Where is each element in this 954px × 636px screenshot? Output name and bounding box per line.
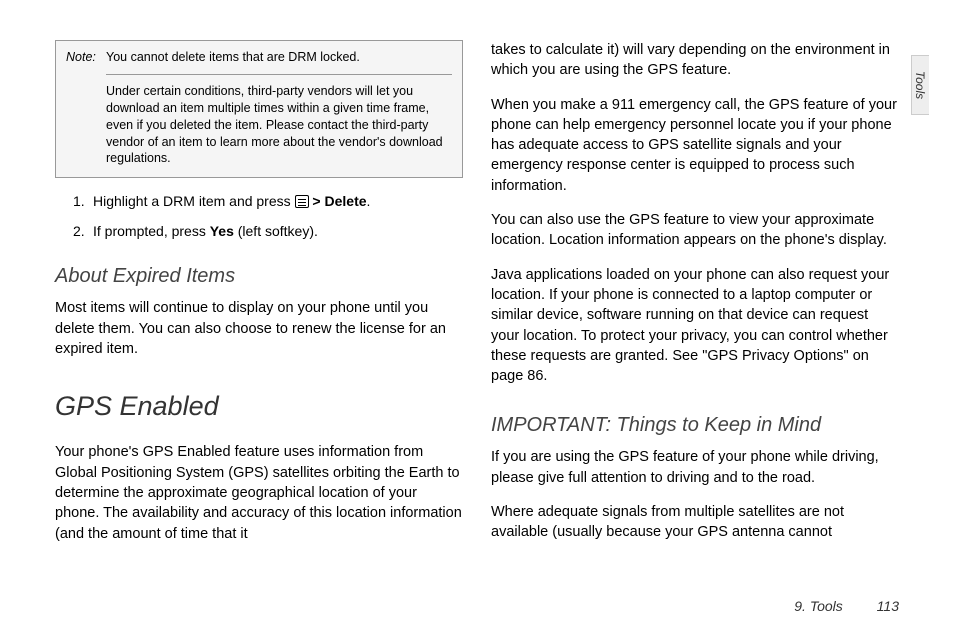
paragraph: takes to calculate it) will vary dependi… xyxy=(491,40,899,81)
side-section-tab: Tools xyxy=(911,55,929,115)
menu-icon xyxy=(295,195,309,208)
paragraph: Most items will continue to display on y… xyxy=(55,298,463,359)
page-footer: 9. Tools 113 xyxy=(794,598,899,614)
footer-page-number: 113 xyxy=(877,598,899,614)
paragraph: You can also use the GPS feature to view… xyxy=(491,210,899,251)
heading-gps-enabled: GPS Enabled xyxy=(55,391,463,422)
text-fragment: If prompted, press xyxy=(93,223,210,239)
step-number: 2. xyxy=(73,222,93,242)
left-column: Note: You cannot delete items that are D… xyxy=(55,40,463,540)
right-column: takes to calculate it) will vary dependi… xyxy=(491,40,899,540)
step-1: 1. Highlight a DRM item and press > Dele… xyxy=(73,192,463,212)
note-label: Note: xyxy=(66,49,106,66)
note-divider xyxy=(106,74,452,75)
note-box: Note: You cannot delete items that are D… xyxy=(55,40,463,178)
paragraph: When you make a 911 emergency call, the … xyxy=(491,95,899,196)
note-text-1: You cannot delete items that are DRM loc… xyxy=(106,49,452,66)
paragraph: Your phone's GPS Enabled feature uses in… xyxy=(55,442,463,543)
subheading-important: IMPORTANT: Things to Keep in Mind xyxy=(491,414,899,437)
step-text: If prompted, press Yes (left softkey). xyxy=(93,222,463,242)
side-tab-label: Tools xyxy=(914,71,928,99)
yes-label: Yes xyxy=(210,223,234,239)
step-2: 2. If prompted, press Yes (left softkey)… xyxy=(73,222,463,242)
subheading-expired: About Expired Items xyxy=(55,265,463,288)
page-content: Note: You cannot delete items that are D… xyxy=(0,0,954,580)
step-text: Highlight a DRM item and press > Delete. xyxy=(93,192,463,212)
gt-symbol: > xyxy=(309,193,325,209)
paragraph: Java applications loaded on your phone c… xyxy=(491,265,899,387)
text-fragment: . xyxy=(367,193,371,209)
text-fragment: Highlight a DRM item and press xyxy=(93,193,295,209)
steps-list: 1. Highlight a DRM item and press > Dele… xyxy=(73,192,463,251)
step-number: 1. xyxy=(73,192,93,212)
paragraph: Where adequate signals from multiple sat… xyxy=(491,502,899,543)
paragraph: If you are using the GPS feature of your… xyxy=(491,447,899,488)
text-fragment: (left softkey). xyxy=(234,223,318,239)
footer-chapter: 9. Tools xyxy=(794,598,843,614)
note-text-2: Under certain conditions, third-party ve… xyxy=(106,83,452,167)
delete-label: Delete xyxy=(325,193,367,209)
